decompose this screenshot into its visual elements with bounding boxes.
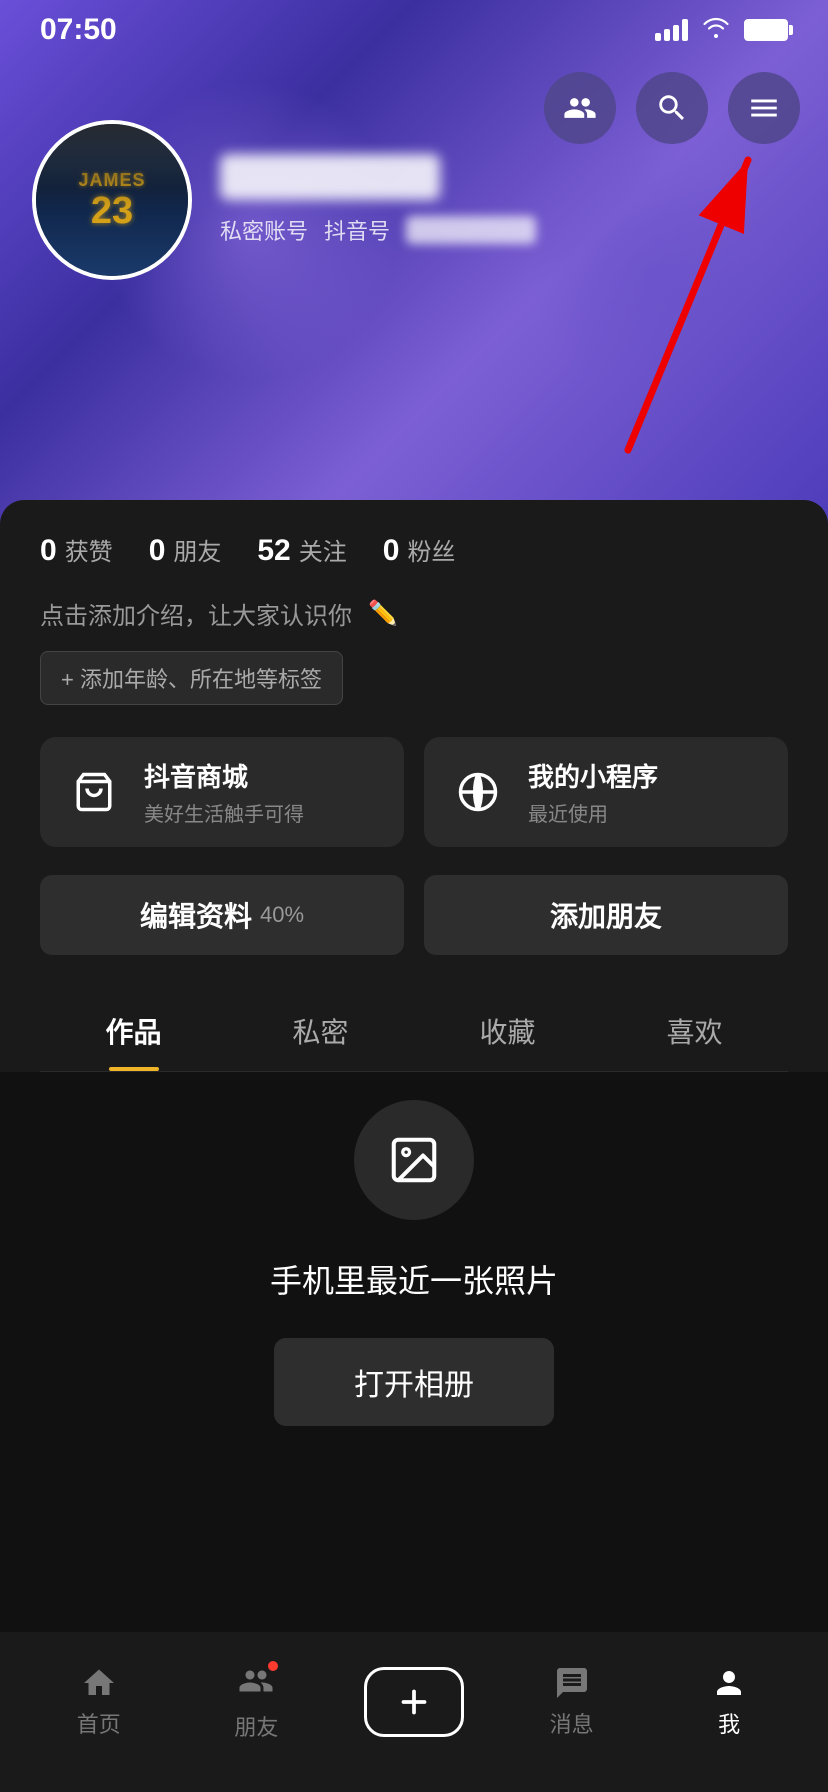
status-bar: 07:50 [0,0,828,60]
tab-likes[interactable]: 喜欢 [601,991,788,1071]
douyin-id-label: 抖音号 [324,214,390,246]
menu-icon-button[interactable] [728,72,800,144]
profile-section: JAMES 23 私密账号 抖音号 [0,120,828,296]
empty-content-text: 手机里最近一张照片 [270,1256,558,1302]
stats-card: 0 获赞 0 朋友 52 关注 0 粉丝 点击添加介绍，让大家认识你 ✏️ + … [0,500,828,1072]
add-tags-label: + 添加年龄、所在地等标签 [61,662,322,694]
add-friends-button[interactable]: 添加朋友 [424,875,788,955]
friends-count: 0 [149,534,166,568]
tab-likes-label: 喜欢 [666,1017,722,1048]
friends-notification-dot [266,1659,280,1673]
tags-row: + 添加年龄、所在地等标签 [40,651,788,705]
private-account-label: 私密账号 [220,214,308,246]
stat-friends: 0 朋友 [149,532,222,568]
profile-name-area: 私密账号 抖音号 [220,154,796,246]
miniapp-title: 我的小程序 [528,757,658,794]
stats-row: 0 获赞 0 朋友 52 关注 0 粉丝 [40,532,788,568]
nav-messages[interactable]: 消息 [493,1665,651,1739]
status-icons [655,16,788,44]
empty-content-area: 手机里最近一张照片 打开相册 [0,1020,828,1506]
tab-private[interactable]: 私密 [227,991,414,1071]
avatar-image: JAMES 23 [36,124,188,276]
edit-profile-label: 编辑资料 [140,895,252,935]
open-album-button[interactable]: 打开相册 [274,1338,554,1426]
content-tabs: 作品 私密 收藏 喜欢 [40,991,788,1072]
plus-icon [396,1684,432,1720]
tab-favorites[interactable]: 收藏 [414,991,601,1071]
action-buttons: 编辑资料 40% 添加朋友 [40,875,788,955]
following-label: 关注 [299,532,347,567]
douyin-id-blurred [406,216,536,244]
followers-label: 粉丝 [407,532,455,567]
friends-label: 朋友 [173,532,221,567]
shop-info: 抖音商城 美好生活触手可得 [144,757,304,827]
profile-icon [711,1665,747,1701]
edit-bio-icon[interactable]: ✏️ [368,599,398,628]
feature-card-miniapp[interactable]: 我的小程序 最近使用 [424,737,788,847]
shop-title: 抖音商城 [144,757,304,794]
edit-profile-pct: 40% [260,902,304,928]
nav-add[interactable] [335,1667,493,1737]
stat-likes: 0 获赞 [40,532,113,568]
bio-row[interactable]: 点击添加介绍，让大家认识你 ✏️ [40,596,788,631]
profile-sub-row: 私密账号 抖音号 [220,214,796,246]
top-icons-bar [544,72,800,144]
feature-card-shop[interactable]: 抖音商城 美好生活触手可得 [40,737,404,847]
shop-subtitle: 美好生活触手可得 [144,798,304,827]
battery-icon [744,19,788,41]
photo-icon [387,1133,441,1187]
bottom-nav: 首页 朋友 消息 我 [0,1632,828,1792]
nav-home-label: 首页 [77,1707,121,1739]
avatar-row: JAMES 23 私密账号 抖音号 [32,120,796,280]
add-friends-label: 添加朋友 [550,895,662,935]
shopping-cart-icon [64,762,124,822]
nav-messages-label: 消息 [550,1707,594,1739]
stat-following[interactable]: 52 关注 [257,532,346,568]
signal-icon [655,19,688,41]
photo-icon-circle [354,1100,474,1220]
tab-private-label: 私密 [292,1017,348,1048]
bio-placeholder: 点击添加介绍，让大家认识你 [40,596,352,631]
following-count: 52 [257,534,290,568]
home-icon [81,1665,117,1701]
avatar[interactable]: JAMES 23 [32,120,192,280]
add-content-button[interactable] [364,1667,464,1737]
likes-count: 0 [40,534,57,568]
nav-friends-label: 朋友 [234,1710,278,1742]
messages-icon [554,1665,590,1701]
add-tags-button[interactable]: + 添加年龄、所在地等标签 [40,651,343,705]
search-icon-button[interactable] [636,72,708,144]
nav-me-label: 我 [718,1707,740,1739]
profile-name-blurred [220,154,440,200]
friends-icon-button[interactable] [544,72,616,144]
tab-favorites-label: 收藏 [479,1017,535,1048]
miniapp-info: 我的小程序 最近使用 [528,757,658,827]
likes-label: 获赞 [65,532,113,567]
tab-works[interactable]: 作品 [40,991,227,1071]
followers-count: 0 [383,534,400,568]
feature-cards: 抖音商城 美好生活触手可得 我的小程序 最近使用 [40,737,788,847]
miniapp-subtitle: 最近使用 [528,798,658,827]
nav-me[interactable]: 我 [650,1665,808,1739]
status-time: 07:50 [40,13,117,47]
open-album-label: 打开相册 [354,1369,474,1402]
wifi-icon [702,16,730,44]
stat-followers: 0 粉丝 [383,532,456,568]
nav-home[interactable]: 首页 [20,1665,178,1739]
edit-profile-button[interactable]: 编辑资料 40% [40,875,404,955]
tab-works-label: 作品 [105,1017,161,1048]
miniapp-icon [448,762,508,822]
nav-friends[interactable]: 朋友 [178,1663,336,1742]
